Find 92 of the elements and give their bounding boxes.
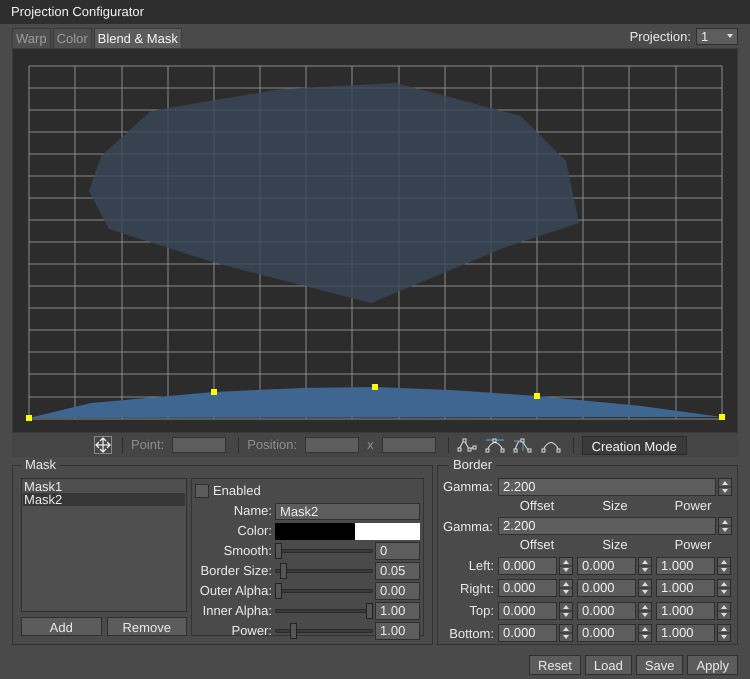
- position-label: Position:: [247, 436, 298, 454]
- position-y-field[interactable]: [382, 437, 436, 453]
- field-label: Border Size:: [199, 562, 273, 580]
- column-header: Size: [601, 537, 629, 553]
- slider-handle[interactable]: [290, 623, 298, 639]
- number-field[interactable]: 0.000: [498, 602, 557, 620]
- spin-arrows-icon[interactable]: [717, 602, 731, 620]
- tab[interactable]: Blend & Mask: [94, 28, 182, 48]
- spin-arrows-icon[interactable]: [718, 478, 732, 496]
- list-item[interactable]: Mask2: [23, 493, 185, 506]
- column-header: Size: [601, 498, 629, 514]
- value-field[interactable]: 0.00: [375, 582, 420, 600]
- slider[interactable]: [275, 583, 373, 599]
- number-field[interactable]: 0.000: [498, 624, 557, 642]
- number-field[interactable]: 0.000: [577, 624, 636, 642]
- spin-arrows-icon[interactable]: [717, 579, 731, 598]
- move-icon[interactable]: [94, 436, 112, 454]
- spin-arrows-icon[interactable]: [638, 579, 652, 598]
- title-bar: Projection Configurator: [0, 0, 750, 24]
- bezier-curve-icon[interactable]: [484, 437, 505, 453]
- spin-arrows-icon[interactable]: [638, 556, 652, 575]
- number-field[interactable]: 1.000: [656, 579, 715, 598]
- remove-button[interactable]: Remove: [106, 617, 187, 636]
- action-button[interactable]: Reset: [528, 655, 581, 675]
- field-label: Bottom:: [448, 624, 495, 642]
- spin-arrows-icon[interactable]: [559, 556, 573, 575]
- spin-arrows-icon[interactable]: [638, 602, 652, 620]
- column-header: Offset: [518, 498, 556, 514]
- column-header: Offset: [518, 537, 556, 553]
- canvas[interactable]: [12, 48, 738, 433]
- number-field[interactable]: 2.200: [498, 517, 716, 536]
- enabled-checkbox[interactable]: [195, 484, 209, 498]
- action-button[interactable]: Load: [584, 655, 632, 675]
- tab[interactable]: Warp: [12, 28, 51, 48]
- number-field[interactable]: 1.000: [656, 602, 715, 620]
- number-field[interactable]: 0.000: [577, 579, 636, 598]
- field-label: Power:: [230, 622, 273, 640]
- value-field[interactable]: 1.00: [375, 602, 420, 620]
- slider[interactable]: [275, 623, 373, 639]
- linear-curve-icon[interactable]: [456, 437, 477, 453]
- slider[interactable]: [275, 563, 373, 579]
- number-field[interactable]: 0.000: [577, 602, 636, 620]
- color-swatch[interactable]: [275, 522, 420, 540]
- slider-handle[interactable]: [275, 543, 282, 559]
- field-label: Left:: [468, 557, 495, 575]
- field-label: Name:: [232, 502, 273, 520]
- action-button[interactable]: Save: [636, 655, 684, 675]
- value-field[interactable]: 1.00: [375, 622, 420, 640]
- number-field[interactable]: 0.000: [577, 556, 636, 575]
- action-button[interactable]: Apply: [687, 655, 738, 675]
- projection-dropdown[interactable]: 1: [696, 28, 738, 45]
- add-button[interactable]: Add: [21, 617, 102, 636]
- spin-arrows-icon[interactable]: [559, 624, 573, 642]
- field-label: Top:: [468, 602, 495, 620]
- field-label: Inner Alpha:: [202, 602, 273, 620]
- number-field[interactable]: 1.000: [656, 556, 715, 575]
- field-label: Smooth:: [222, 542, 273, 560]
- dropdown-caret-icon: [727, 34, 733, 38]
- field-label: Gamma:: [443, 478, 494, 496]
- separator-text: x: [367, 436, 374, 454]
- spin-arrows-icon[interactable]: [638, 624, 652, 642]
- position-x-field[interactable]: [305, 437, 360, 453]
- projection-label: Projection:: [630, 28, 691, 46]
- value-field[interactable]: 0.05: [375, 562, 420, 580]
- field-label: Color:: [236, 522, 273, 540]
- point-field[interactable]: [172, 437, 226, 453]
- field-label: Outer Alpha:: [198, 582, 273, 600]
- spin-arrows-icon[interactable]: [559, 602, 573, 620]
- slider-handle[interactable]: [275, 583, 282, 599]
- point-label: Point:: [131, 436, 164, 454]
- spin-arrows-icon[interactable]: [717, 556, 731, 575]
- slider-handle[interactable]: [366, 603, 373, 619]
- number-field[interactable]: 0.000: [498, 579, 557, 598]
- field-label: Right:: [459, 580, 495, 598]
- slider[interactable]: [275, 603, 373, 619]
- column-header: Power: [674, 537, 712, 553]
- column-header: Power: [674, 498, 712, 514]
- number-field[interactable]: 0.000: [498, 556, 557, 575]
- tangent-curve-icon[interactable]: [512, 437, 533, 453]
- field-label: Gamma:: [443, 518, 494, 536]
- value-field[interactable]: 0: [375, 542, 420, 560]
- number-field[interactable]: 2.200: [498, 478, 716, 496]
- name-field[interactable]: Mask2: [275, 502, 420, 520]
- list-item[interactable]: Mask1: [23, 480, 185, 493]
- spin-arrows-icon[interactable]: [717, 624, 731, 642]
- tab[interactable]: Color: [52, 28, 92, 48]
- number-field[interactable]: 1.000: [656, 624, 715, 642]
- slider-handle[interactable]: [280, 563, 287, 579]
- enabled-label: Enabled: [213, 482, 261, 500]
- spin-arrows-icon[interactable]: [718, 517, 732, 536]
- slider[interactable]: [275, 543, 373, 559]
- spin-arrows-icon[interactable]: [559, 579, 573, 598]
